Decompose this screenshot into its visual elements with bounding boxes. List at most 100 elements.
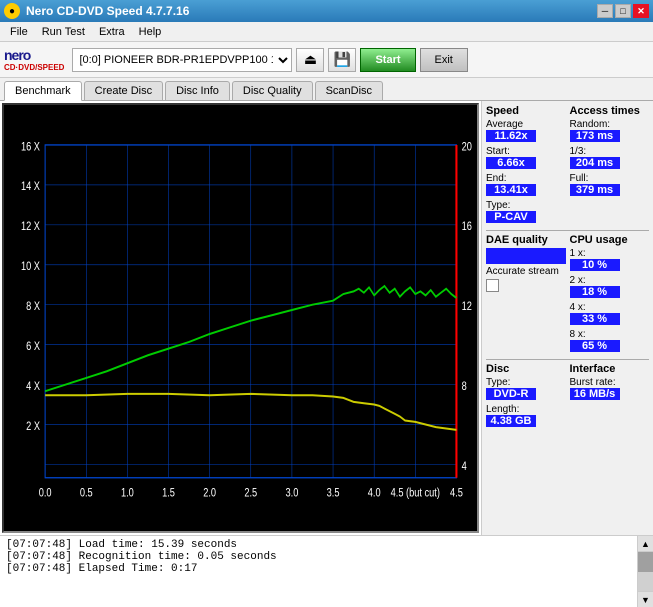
minimize-button[interactable]: ─	[597, 4, 613, 18]
svg-text:20: 20	[462, 140, 472, 153]
full-label: Full:	[570, 173, 650, 184]
chart-area: 16 X 14 X 12 X 10 X 8 X 6 X 4 X 2 X 20 1…	[2, 103, 479, 533]
title-bar: ● Nero CD-DVD Speed 4.7.7.16 ─ □ ✕	[0, 0, 653, 22]
accurate-stream-checkbox[interactable]	[486, 279, 499, 292]
svg-text:1.5: 1.5	[162, 486, 175, 499]
menu-file[interactable]: File	[4, 25, 34, 39]
svg-text:0.0: 0.0	[39, 486, 52, 499]
start-label: Start:	[486, 146, 566, 157]
avg-value: 11.62x	[486, 130, 536, 142]
tab-disc-info[interactable]: Disc Info	[165, 81, 230, 100]
svg-text:3.5: 3.5	[327, 486, 340, 499]
log-entry-1: [07:07:48] Recognition time: 0.05 second…	[6, 551, 631, 563]
scrollbar-down-button[interactable]: ▼	[638, 591, 653, 607]
log-scrollbar: ▲ ▼	[637, 536, 653, 607]
log-entry-2: [07:07:48] Elapsed Time: 0:17	[6, 563, 631, 575]
cpu-section-title: CPU usage	[570, 234, 650, 246]
type-value: P-CAV	[486, 211, 536, 223]
burst-rate-value: 16 MB/s	[570, 388, 620, 400]
end-value: 13.41x	[486, 184, 536, 196]
svg-text:2 X: 2 X	[26, 420, 40, 433]
tab-create-disc[interactable]: Create Disc	[84, 81, 163, 100]
tab-scan-disc[interactable]: ScanDisc	[315, 81, 383, 100]
nero-logo-subtitle: CD·DVD/SPEED	[4, 63, 64, 72]
svg-text:4.5: 4.5	[450, 486, 463, 499]
disc-section-title: Disc	[486, 363, 566, 375]
svg-text:2.5: 2.5	[244, 486, 257, 499]
type-label: Type:	[486, 200, 566, 211]
menu-extra[interactable]: Extra	[93, 25, 131, 39]
svg-text:2.0: 2.0	[203, 486, 216, 499]
length-label: Length:	[486, 404, 566, 415]
svg-text:0.5: 0.5	[80, 486, 93, 499]
svg-text:4: 4	[462, 460, 467, 473]
cpu8x-label: 8 x:	[570, 329, 650, 340]
svg-text:14 X: 14 X	[21, 180, 40, 193]
one-third-label: 1/3:	[570, 146, 650, 157]
cpu1x-value: 10 %	[570, 259, 620, 271]
svg-text:4.0: 4.0	[368, 486, 381, 499]
random-value: 173 ms	[570, 130, 620, 142]
scrollbar-thumb[interactable]	[638, 552, 653, 572]
interface-section-title: Interface	[570, 363, 650, 375]
random-label: Random:	[570, 119, 650, 130]
burst-rate-label: Burst rate:	[570, 377, 650, 388]
scrollbar-track[interactable]	[638, 552, 653, 591]
toolbar: nero CD·DVD/SPEED [0:0] PIONEER BDR-PR1E…	[0, 42, 653, 78]
main-content: 16 X 14 X 12 X 10 X 8 X 6 X 4 X 2 X 20 1…	[0, 101, 653, 535]
tab-bar: Benchmark Create Disc Disc Info Disc Qua…	[0, 78, 653, 101]
svg-text:1.0: 1.0	[121, 486, 134, 499]
svg-text:16 X: 16 X	[21, 140, 40, 153]
maximize-button[interactable]: □	[615, 4, 631, 18]
svg-text:10 X: 10 X	[21, 260, 40, 273]
app-icon: ●	[4, 3, 20, 19]
tab-disc-quality[interactable]: Disc Quality	[232, 81, 313, 100]
svg-text:4 X: 4 X	[26, 380, 40, 393]
nero-logo-text: nero	[4, 47, 64, 63]
log-entry-0: [07:07:48] Load time: 15.39 seconds	[6, 539, 631, 551]
cpu4x-label: 4 x:	[570, 302, 650, 313]
one-third-value: 204 ms	[570, 157, 620, 169]
svg-text:16: 16	[462, 220, 472, 233]
avg-label: Average	[486, 119, 566, 130]
benchmark-chart: 16 X 14 X 12 X 10 X 8 X 6 X 4 X 2 X 20 1…	[4, 105, 477, 531]
cpu2x-label: 2 x:	[570, 275, 650, 286]
cpu1x-label: 1 x:	[570, 248, 650, 259]
start-button[interactable]: Start	[360, 48, 415, 72]
menu-run-test[interactable]: Run Test	[36, 25, 91, 39]
length-value: 4.38 GB	[486, 415, 536, 427]
svg-text:8: 8	[462, 380, 467, 393]
scrollbar-up-button[interactable]: ▲	[638, 536, 653, 552]
cpu8x-value: 65 %	[570, 340, 620, 352]
cpu2x-value: 18 %	[570, 286, 620, 298]
eject-button[interactable]: ⏏	[296, 48, 324, 72]
accurate-stream-label: Accurate stream	[486, 266, 566, 277]
svg-text:12: 12	[462, 300, 472, 313]
right-panel: Speed Average 11.62x Start: 6.66x End: 1…	[481, 101, 653, 535]
disc-type-label: Type:	[486, 377, 566, 388]
svg-text:6 X: 6 X	[26, 340, 40, 353]
svg-text:4.5 (but cut): 4.5 (but cut)	[391, 486, 440, 499]
menu-bar: File Run Test Extra Help	[0, 22, 653, 42]
tab-benchmark[interactable]: Benchmark	[4, 81, 82, 101]
speed-section-title: Speed	[486, 105, 566, 117]
drive-select[interactable]: [0:0] PIONEER BDR-PR1EPDVPP100 1.01	[72, 48, 292, 72]
access-section-title: Access times	[570, 105, 650, 117]
full-value: 379 ms	[570, 184, 620, 196]
svg-text:8 X: 8 X	[26, 300, 40, 313]
disc-type-value: DVD-R	[486, 388, 536, 400]
save-button[interactable]: 💾	[328, 48, 356, 72]
dae-quality-label: DAE quality	[486, 234, 566, 246]
menu-help[interactable]: Help	[133, 25, 168, 39]
svg-text:3.0: 3.0	[285, 486, 298, 499]
start-value: 6.66x	[486, 157, 536, 169]
dae-quality-bar	[486, 248, 566, 264]
close-button[interactable]: ✕	[633, 4, 649, 18]
nero-logo: nero CD·DVD/SPEED	[4, 47, 64, 72]
svg-text:12 X: 12 X	[21, 220, 40, 233]
log-text: [07:07:48] Load time: 15.39 seconds [07:…	[0, 536, 637, 607]
exit-button[interactable]: Exit	[420, 48, 468, 72]
end-label: End:	[486, 173, 566, 184]
cpu4x-value: 33 %	[570, 313, 620, 325]
app-title: Nero CD-DVD Speed 4.7.7.16	[26, 4, 189, 18]
